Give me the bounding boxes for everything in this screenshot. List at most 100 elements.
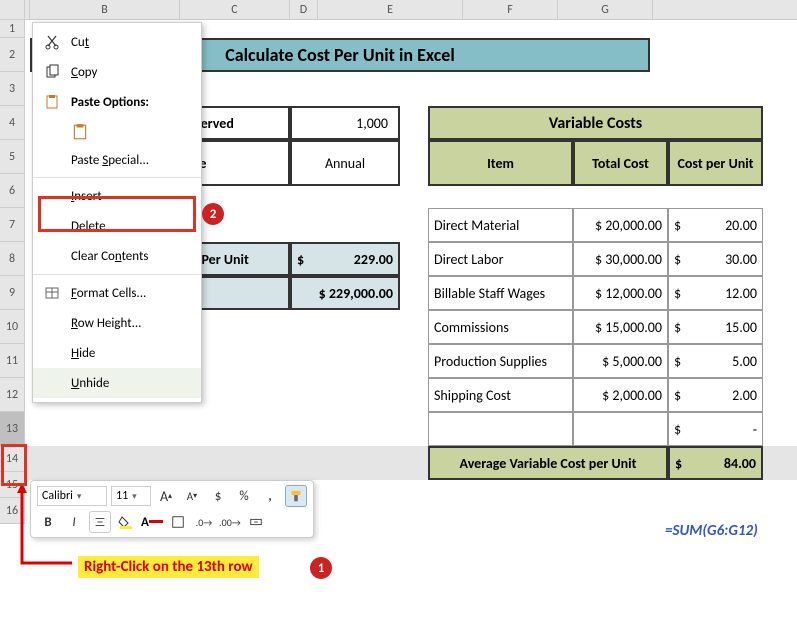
align-center-icon[interactable] — [89, 511, 111, 533]
row-header-4[interactable]: 4 — [0, 106, 25, 140]
col-header-E[interactable]: E — [318, 0, 463, 19]
table-row[interactable]: $2.00 — [668, 378, 763, 412]
table-row[interactable]: $ 15,000.00 — [573, 310, 668, 344]
table-row[interactable]: $ 30,000.00 — [573, 242, 668, 276]
row-header-5[interactable]: 5 — [0, 140, 25, 174]
menu-unhide[interactable]: Unhide — [33, 368, 201, 398]
row-header-1[interactable]: 1 — [0, 20, 25, 38]
table-row[interactable]: $ 5,000.00 — [573, 344, 668, 378]
decrease-font-icon[interactable]: A▾ — [181, 485, 203, 507]
row-header-10[interactable]: 10 — [0, 310, 25, 344]
merge-center-icon[interactable] — [245, 511, 267, 533]
table-row[interactable]: Production Supplies — [428, 344, 573, 378]
cell-C8[interactable]: $ 229,000.00 — [290, 276, 400, 310]
cell-C7[interactable]: $229.00 — [290, 242, 400, 276]
menu-label: Insert — [71, 189, 191, 204]
menu-label: Paste Special... — [71, 153, 191, 168]
row-header-11[interactable]: 11 — [0, 344, 25, 378]
dollar-sign: $ — [297, 251, 304, 268]
table-row[interactable]: Direct Labor — [428, 242, 573, 276]
fill-color-icon[interactable] — [115, 511, 137, 533]
cell-C5[interactable]: Annual — [290, 140, 400, 186]
var-h-cpu: Cost per Unit — [668, 140, 763, 186]
menu-row-height[interactable]: Row Height... — [33, 308, 201, 338]
font-color-icon[interactable]: A — [141, 511, 163, 533]
col-header-D[interactable]: D — [290, 0, 318, 19]
table-row[interactable]: $ 2,000.00 — [573, 378, 668, 412]
menu-label: Format Cells... — [71, 286, 191, 301]
menu-delete[interactable]: Delete — [33, 211, 201, 241]
context-menu: Cut Copy Paste Options: Paste Special...… — [32, 22, 202, 403]
col-header-F[interactable]: F — [463, 0, 558, 19]
row-header-13[interactable]: 13 — [0, 412, 25, 446]
table-row[interactable]: $5.00 — [668, 344, 763, 378]
annotation-text: Right-Click on the 13th row — [78, 556, 259, 578]
copy-icon — [43, 63, 61, 81]
table-row[interactable]: Billable Staff Wages — [428, 276, 573, 310]
badge-2: 2 — [202, 203, 224, 225]
arrow-annotation — [12, 483, 82, 573]
col-header-C[interactable]: C — [180, 0, 290, 19]
menu-label: Copy — [71, 65, 191, 80]
borders-icon[interactable] — [167, 511, 189, 533]
menu-label: Clear Contents — [71, 249, 191, 264]
blank-icon — [43, 344, 61, 362]
row-header-2[interactable]: 2 — [0, 38, 25, 72]
percent-format-icon[interactable]: % — [233, 485, 255, 507]
menu-paste-special[interactable]: Paste Special... — [33, 147, 201, 174]
row-header-7[interactable]: 7 — [0, 208, 25, 242]
font-size-select[interactable]: 11▾ — [111, 486, 151, 506]
row-header-14[interactable]: 14 — [0, 446, 25, 472]
menu-cut[interactable]: Cut — [33, 27, 201, 57]
table-row[interactable]: $12.00 — [668, 276, 763, 310]
row-header-8[interactable]: 8 — [0, 242, 25, 276]
empty-item[interactable] — [428, 412, 573, 446]
table-row[interactable]: $30.00 — [668, 242, 763, 276]
table-row[interactable]: Shipping Cost — [428, 378, 573, 412]
table-row[interactable]: Direct Material — [428, 208, 573, 242]
menu-clear-contents[interactable]: Clear Contents — [33, 241, 201, 271]
var-h-item: Item — [428, 140, 573, 186]
cell-C4[interactable]: 1,000 — [290, 106, 400, 140]
menu-separator — [33, 177, 201, 178]
blank-icon — [43, 374, 61, 392]
table-row[interactable]: Commissions — [428, 310, 573, 344]
menu-insert[interactable]: Insert — [33, 181, 201, 211]
menu-copy[interactable]: Copy — [33, 57, 201, 87]
accounting-format-icon[interactable]: $ — [207, 485, 229, 507]
blank-icon — [43, 217, 61, 235]
format-painter-icon[interactable] — [285, 485, 307, 507]
menu-label: Row Height... — [71, 316, 191, 331]
table-row[interactable]: $ 20,000.00 — [573, 208, 668, 242]
empty-cpu[interactable]: $- — [668, 412, 763, 446]
row-header-9[interactable]: 9 — [0, 276, 25, 310]
var-h-total: Total Cost — [573, 140, 668, 186]
increase-font-icon[interactable]: A▴ — [155, 485, 177, 507]
paste-icon — [71, 123, 89, 141]
row-header-3[interactable]: 3 — [0, 72, 25, 106]
empty-total[interactable] — [573, 412, 668, 446]
comma-format-icon[interactable]: , — [259, 485, 281, 507]
menu-separator — [33, 274, 201, 275]
formula-display: =SUM(G6:G12) — [665, 522, 758, 540]
table-row[interactable]: $20.00 — [668, 208, 763, 242]
increase-decimal-icon[interactable]: .0→ — [193, 511, 215, 533]
select-all-corner[interactable] — [0, 0, 25, 19]
row-header-12[interactable]: 12 — [0, 378, 25, 412]
row-header-6[interactable]: 6 — [0, 174, 25, 208]
table-row[interactable]: $15.00 — [668, 310, 763, 344]
menu-label: Hide — [71, 346, 191, 361]
col-header-G[interactable]: G — [558, 0, 653, 19]
avg-label: Average Variable Cost per Unit — [428, 446, 668, 480]
decrease-decimal-icon[interactable]: .00→ — [219, 511, 241, 533]
menu-paste-btn[interactable] — [33, 117, 201, 147]
format-cells-icon — [43, 284, 61, 302]
col-header-B[interactable]: B — [30, 0, 180, 19]
table-row[interactable]: $ 12,000.00 — [573, 276, 668, 310]
menu-label: Paste Options: — [71, 95, 191, 110]
menu-format-cells[interactable]: Format Cells... — [33, 278, 201, 308]
menu-label: Unhide — [71, 376, 191, 391]
scissors-icon — [43, 33, 61, 51]
menu-hide[interactable]: Hide — [33, 338, 201, 368]
avg-value[interactable]: $84.00 — [668, 446, 763, 480]
